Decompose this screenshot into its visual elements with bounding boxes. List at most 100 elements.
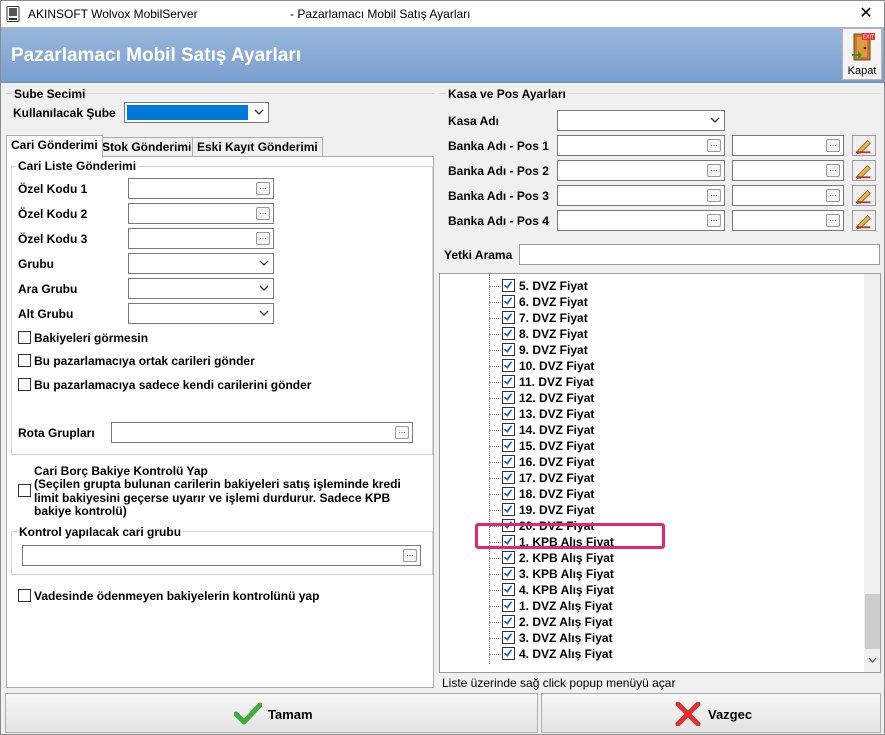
yetki-arama-label: Yetki Arama bbox=[444, 248, 513, 262]
exit-badge: EXIT bbox=[863, 35, 875, 41]
ellipsis-icon[interactable]: ... bbox=[256, 182, 270, 195]
list-item-checkbox[interactable] bbox=[502, 647, 515, 660]
banka-pos-1-secondary-input[interactable]: ... bbox=[732, 135, 844, 156]
grubu-label: Grubu bbox=[18, 257, 54, 271]
list-item-checkbox[interactable] bbox=[502, 583, 515, 596]
list-item-checkbox[interactable] bbox=[502, 615, 515, 628]
tree-branch bbox=[489, 574, 501, 575]
banka-pos-3-secondary-input[interactable]: ... bbox=[732, 185, 844, 206]
list-scrollbar[interactable] bbox=[864, 274, 880, 672]
list-item-checkbox[interactable] bbox=[502, 295, 515, 308]
ellipsis-icon[interactable]: ... bbox=[395, 426, 409, 439]
edit-pencil-button[interactable] bbox=[852, 160, 876, 181]
ellipsis-icon[interactable]: ... bbox=[826, 214, 840, 227]
scroll-thumb[interactable] bbox=[865, 594, 880, 649]
ozel-kodu-1-input[interactable]: ... bbox=[128, 178, 274, 199]
borc-kontrol-checkbox[interactable] bbox=[18, 484, 31, 497]
list-item-checkbox[interactable] bbox=[502, 503, 515, 516]
ellipsis-icon[interactable]: ... bbox=[707, 164, 721, 177]
list-item-checkbox[interactable] bbox=[502, 343, 515, 356]
price-list[interactable]: 5. DVZ Fiyat 6. DVZ Fiyat 7. DVZ Fiyat 8… bbox=[439, 273, 881, 673]
ozel-kodu-3-input[interactable]: ... bbox=[128, 228, 274, 249]
scroll-down-icon[interactable] bbox=[867, 654, 878, 666]
ozel-kodu-2-input[interactable]: ... bbox=[128, 203, 274, 224]
tamam-button[interactable]: Tamam bbox=[5, 693, 538, 733]
ellipsis-icon[interactable]: ... bbox=[707, 214, 721, 227]
ellipsis-icon[interactable]: ... bbox=[826, 164, 840, 177]
list-item-checkbox[interactable] bbox=[502, 407, 515, 420]
ellipsis-icon[interactable]: ... bbox=[707, 139, 721, 152]
banka-pos-4-secondary-input[interactable]: ... bbox=[732, 210, 844, 231]
list-item-label: 12. DVZ Fiyat bbox=[519, 391, 595, 405]
alt-grubu-select[interactable] bbox=[128, 303, 274, 324]
list-item-label: 18. DVZ Fiyat bbox=[519, 487, 595, 501]
tree-branch bbox=[489, 350, 501, 351]
tree-branch bbox=[489, 638, 501, 639]
list-item-checkbox[interactable] bbox=[502, 311, 515, 324]
list-item-label: 15. DVZ Fiyat bbox=[519, 439, 595, 453]
check-icon bbox=[504, 569, 513, 577]
banka-pos-2-secondary-input[interactable]: ... bbox=[732, 160, 844, 181]
list-item-checkbox[interactable] bbox=[502, 567, 515, 580]
tab-cari-gonderimi[interactable]: Cari Gönderimi bbox=[6, 135, 103, 158]
list-item-checkbox[interactable] bbox=[502, 631, 515, 644]
list-item-checkbox[interactable] bbox=[502, 391, 515, 404]
ara-grubu-select[interactable] bbox=[128, 278, 274, 299]
edit-pencil-button[interactable] bbox=[852, 210, 876, 231]
tab-stok-gonderimi[interactable]: Stok Gönderimi bbox=[97, 137, 197, 157]
ellipsis-icon[interactable]: ... bbox=[256, 207, 270, 220]
ellipsis-icon[interactable]: ... bbox=[256, 232, 270, 245]
banka-pos-3-input[interactable]: ... bbox=[557, 185, 725, 206]
tree-branch bbox=[489, 430, 501, 431]
tree-branch bbox=[489, 398, 501, 399]
close-icon[interactable]: ✕ bbox=[851, 3, 881, 25]
ellipsis-icon[interactable]: ... bbox=[707, 189, 721, 202]
ellipsis-icon[interactable]: ... bbox=[403, 549, 417, 562]
kontrol-grubu-input[interactable]: ... bbox=[22, 545, 421, 566]
bakiyeleri-gormesin-checkbox[interactable] bbox=[18, 331, 31, 344]
vazgec-button[interactable]: Vazgec bbox=[541, 693, 881, 733]
list-item-checkbox[interactable] bbox=[502, 359, 515, 372]
check-icon bbox=[504, 329, 513, 337]
pencil-icon bbox=[855, 165, 871, 180]
ara-grubu-label: Ara Grubu bbox=[18, 282, 78, 296]
check-icon bbox=[504, 633, 513, 641]
edit-pencil-button[interactable] bbox=[852, 135, 876, 156]
header-banner: Pazarlamacı Mobil Satış Ayarları EXIT Ka… bbox=[1, 27, 884, 83]
tree-branch bbox=[489, 446, 501, 447]
list-item-checkbox[interactable] bbox=[502, 279, 515, 292]
kasa-adi-select[interactable] bbox=[557, 110, 725, 131]
list-item-checkbox[interactable] bbox=[502, 327, 515, 340]
ellipsis-icon[interactable]: ... bbox=[826, 139, 840, 152]
list-item-label: 3. DVZ Alış Fiyat bbox=[519, 631, 613, 645]
ortak-carileri-checkbox[interactable] bbox=[18, 354, 31, 367]
sube-select[interactable] bbox=[124, 102, 269, 123]
check-icon bbox=[504, 377, 513, 385]
sube-selected-value bbox=[127, 105, 248, 120]
list-item-checkbox[interactable] bbox=[502, 455, 515, 468]
check-icon bbox=[504, 457, 513, 465]
check-icon bbox=[504, 345, 513, 353]
list-item-checkbox[interactable] bbox=[502, 423, 515, 436]
window-title: - Pazarlamacı Mobil Satış Ayarları bbox=[290, 7, 471, 21]
tab-eski-kayit-gonderimi[interactable]: Eski Kayıt Gönderimi bbox=[192, 137, 323, 157]
yetki-arama-input[interactable] bbox=[519, 244, 880, 265]
banka-pos-4-input[interactable]: ... bbox=[557, 210, 725, 231]
list-item-checkbox[interactable] bbox=[502, 439, 515, 452]
grubu-select[interactable] bbox=[128, 253, 274, 274]
tree-branch bbox=[489, 606, 501, 607]
vade-kontrol-checkbox[interactable] bbox=[18, 589, 31, 602]
kapat-button[interactable]: EXIT Kapat bbox=[842, 28, 882, 80]
edit-pencil-button[interactable] bbox=[852, 185, 876, 206]
ellipsis-icon[interactable]: ... bbox=[826, 189, 840, 202]
banka-pos-1-input[interactable]: ... bbox=[557, 135, 725, 156]
rota-gruplari-input[interactable]: ... bbox=[111, 422, 413, 443]
list-item-checkbox[interactable] bbox=[502, 599, 515, 612]
list-item-checkbox[interactable] bbox=[502, 471, 515, 484]
banka-pos-2-input[interactable]: ... bbox=[557, 160, 725, 181]
list-item-checkbox[interactable] bbox=[502, 551, 515, 564]
list-item-label: 8. DVZ Fiyat bbox=[519, 327, 588, 341]
list-item-checkbox[interactable] bbox=[502, 375, 515, 388]
kendi-carileri-checkbox[interactable] bbox=[18, 378, 31, 391]
list-item-checkbox[interactable] bbox=[502, 487, 515, 500]
